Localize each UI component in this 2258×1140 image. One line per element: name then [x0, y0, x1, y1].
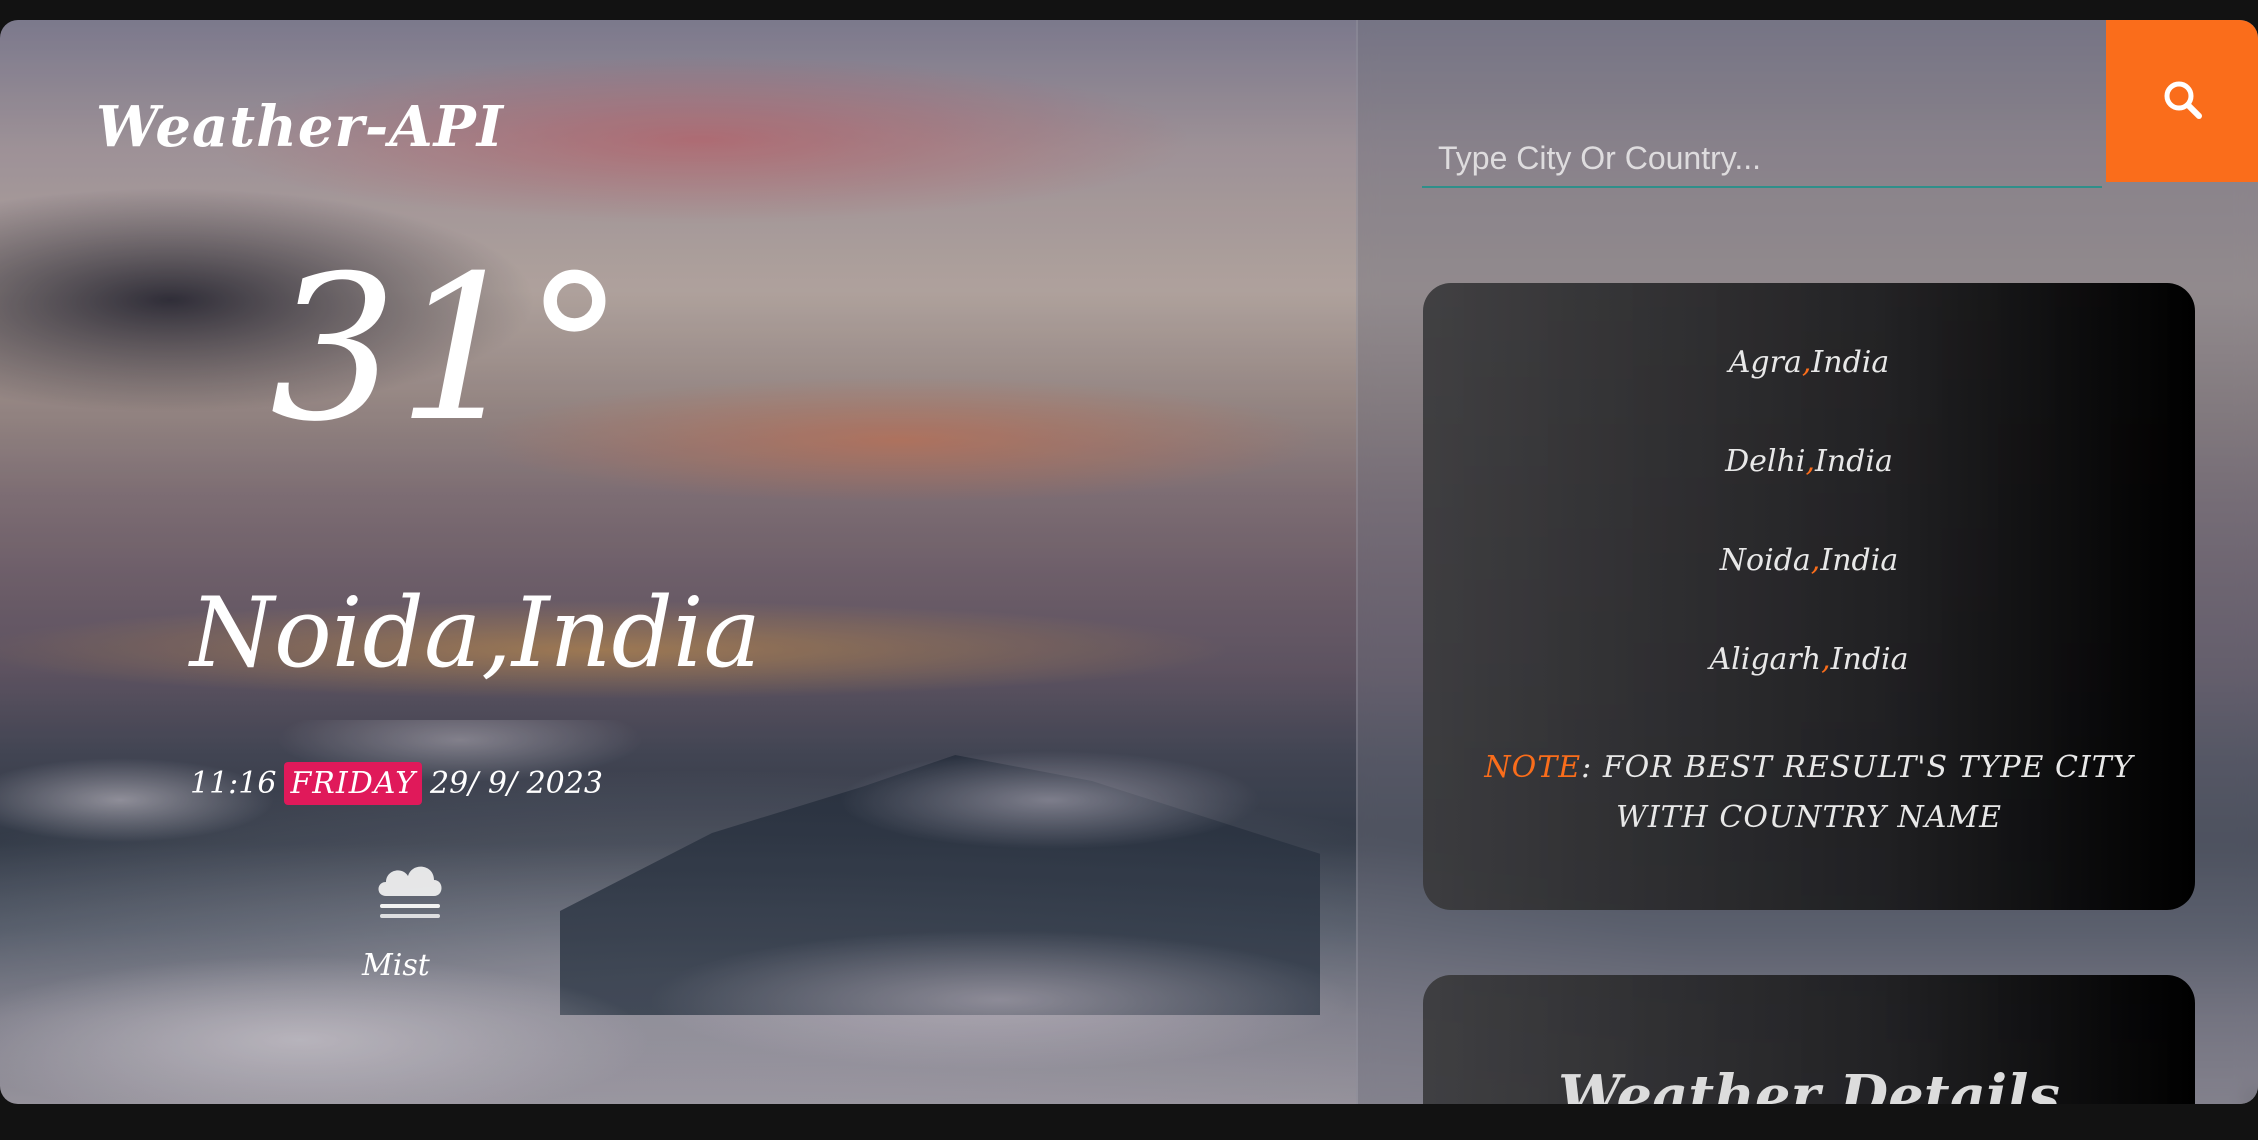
side-panel: Agra,India Delhi,India Noida,India Aliga… — [1356, 20, 2258, 1104]
city-name: Delhi — [1725, 444, 1806, 479]
current-time: 11:16 — [190, 766, 277, 801]
recent-cities-card: Agra,India Delhi,India Noida,India Aliga… — [1423, 283, 2195, 910]
note-text: : FOR BEST RESULT'S TYPE CITY WITH COUNT… — [1581, 750, 2134, 835]
city-separator: , — [1821, 642, 1831, 677]
city-name: Noida — [1719, 543, 1811, 578]
city-separator: , — [1801, 345, 1812, 380]
current-location: Noida,India — [190, 577, 761, 689]
weather-condition: Mist — [362, 948, 430, 983]
search-icon — [2161, 78, 2205, 125]
date-time: 11:16 FRIDAY 29/ 9/ 2023 — [190, 762, 603, 805]
app-window: Weather-API 31° Noida,India 11:16 FRIDAY… — [0, 20, 2258, 1104]
country-name: India — [1830, 642, 1909, 677]
city-item-aligarh[interactable]: Aligarh,India — [1423, 642, 2195, 677]
city-separator: , — [1805, 444, 1815, 479]
current-date: 29/ 9/ 2023 — [430, 766, 603, 801]
city-item-noida[interactable]: Noida,India — [1423, 543, 2195, 578]
search-field — [1422, 130, 2102, 188]
weather-details-card: Weather Details — [1423, 975, 2195, 1104]
search-input[interactable] — [1422, 130, 2102, 186]
city-name: Agra — [1728, 345, 1802, 380]
city-separator: , — [1810, 543, 1821, 578]
search-note: NOTE: FOR BEST RESULT'S TYPE CITY WITH C… — [1483, 743, 2135, 843]
city-name: Aligarh — [1709, 642, 1822, 677]
weather-details-title: Weather Details — [1558, 1063, 2060, 1104]
city-item-delhi[interactable]: Delhi,India — [1423, 444, 2195, 479]
note-label: NOTE — [1484, 750, 1582, 785]
search-button[interactable] — [2106, 20, 2258, 182]
country-name: India — [1811, 345, 1890, 380]
mist-cloud-icon — [372, 850, 448, 922]
app-title: Weather-API — [96, 94, 504, 160]
current-temperature: 31° — [270, 233, 625, 466]
day-badge: FRIDAY — [284, 762, 423, 805]
country-name: India — [1820, 543, 1899, 578]
city-item-agra[interactable]: Agra,India — [1423, 345, 2195, 380]
country-name: India — [1815, 444, 1893, 479]
